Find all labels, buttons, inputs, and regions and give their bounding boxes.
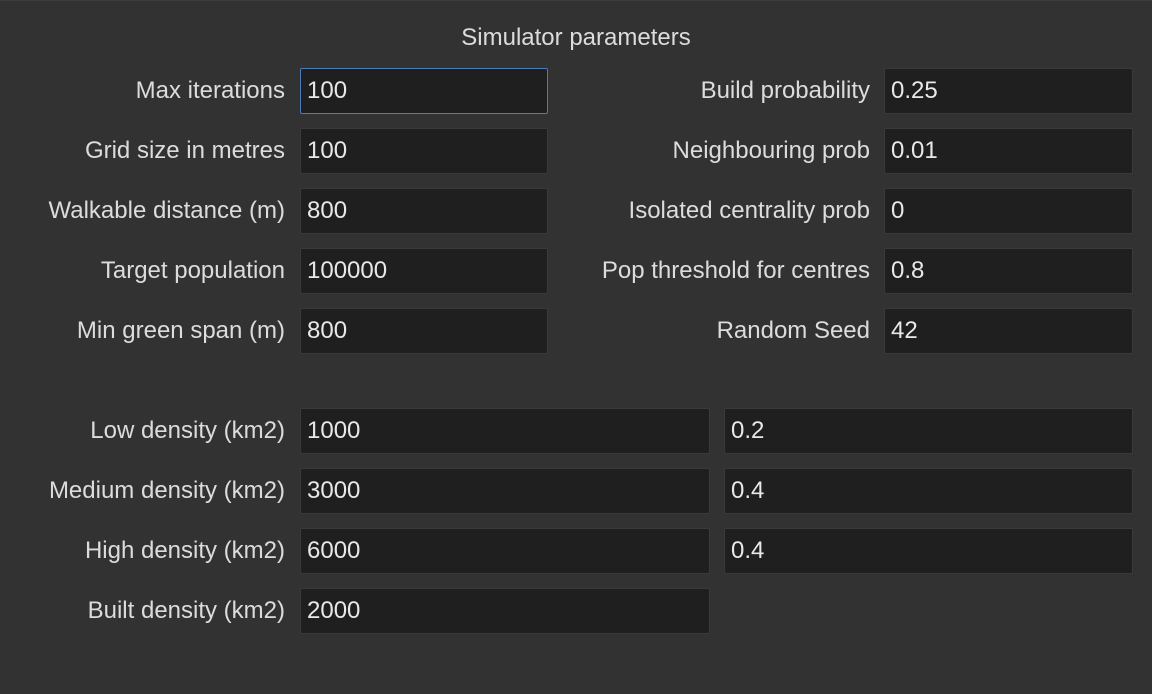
- low-density-input[interactable]: 1000: [300, 408, 710, 454]
- walkable-distance-label: Walkable distance (m): [48, 197, 285, 224]
- max-iterations-label: Max iterations: [135, 77, 285, 104]
- isolated-centrality-prob-label: Isolated centrality prob: [628, 197, 870, 224]
- pop-threshold-label: Pop threshold for centres: [601, 257, 870, 284]
- medium-density-input[interactable]: 3000: [300, 468, 710, 514]
- build-probability-label: Build probability: [700, 77, 870, 104]
- build-probability-input[interactable]: 0.25: [884, 68, 1133, 114]
- high-density-ratio-input[interactable]: 0.4: [724, 528, 1133, 574]
- grid-size-label: Grid size in metres: [84, 137, 285, 164]
- medium-density-label: Medium density (km2): [48, 477, 285, 504]
- neighbouring-prob-input[interactable]: 0.01: [884, 128, 1133, 174]
- simulator-parameters-panel: Simulator parameters Max iterations 100 …: [0, 0, 1152, 694]
- medium-density-ratio-input[interactable]: 0.4: [724, 468, 1133, 514]
- pop-threshold-input[interactable]: 0.8: [884, 248, 1133, 294]
- low-density-ratio-input[interactable]: 0.2: [724, 408, 1133, 454]
- max-iterations-input[interactable]: 100: [300, 68, 548, 114]
- isolated-centrality-prob-input[interactable]: 0: [884, 188, 1133, 234]
- neighbouring-prob-label: Neighbouring prob: [672, 137, 870, 164]
- walkable-distance-input[interactable]: 800: [300, 188, 548, 234]
- random-seed-input[interactable]: 42: [884, 308, 1133, 354]
- built-density-label: Built density (km2): [87, 597, 285, 624]
- min-green-span-label: Min green span (m): [76, 317, 285, 344]
- grid-size-input[interactable]: 100: [300, 128, 548, 174]
- high-density-label: High density (km2): [84, 537, 285, 564]
- panel-title: Simulator parameters: [461, 24, 691, 51]
- high-density-input[interactable]: 6000: [300, 528, 710, 574]
- built-density-input[interactable]: 2000: [300, 588, 710, 634]
- random-seed-label: Random Seed: [716, 317, 870, 344]
- target-population-label: Target population: [100, 257, 285, 284]
- min-green-span-input[interactable]: 800: [300, 308, 548, 354]
- target-population-input[interactable]: 100000: [300, 248, 548, 294]
- low-density-label: Low density (km2): [90, 417, 285, 444]
